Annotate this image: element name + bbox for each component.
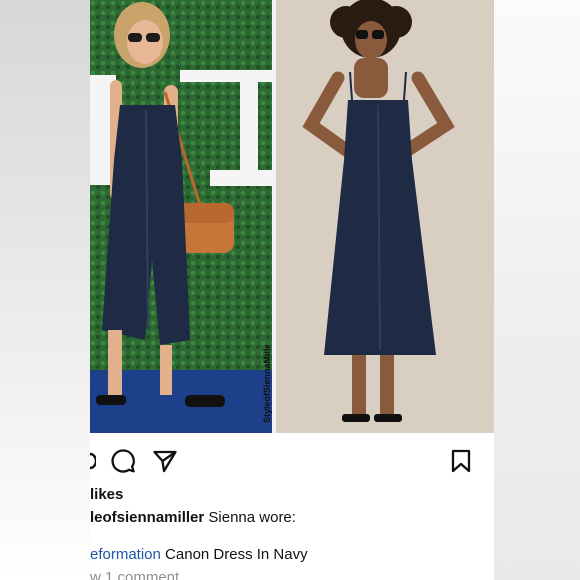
like-icon-partial[interactable] <box>90 448 96 474</box>
instagram-post: StyleofSiennaMiller likes leofsiennamill… <box>90 0 494 580</box>
watermark-area: StyleofSiennaMiller <box>260 339 274 423</box>
bookmark-icon[interactable] <box>450 448 472 474</box>
brand-tag-link[interactable]: eformation <box>90 546 161 563</box>
photo-celebrity-wearing-dress <box>90 0 272 433</box>
blurred-right-border <box>494 0 580 580</box>
post-caption: leofsiennamiller Sienna wore: <box>90 509 296 526</box>
comment-icon[interactable] <box>110 448 136 474</box>
share-icon[interactable] <box>152 448 178 474</box>
model-photo-illustration <box>276 0 494 433</box>
blurred-left-border <box>0 0 90 580</box>
watermark-text: StyleofSiennaMiller <box>262 339 272 423</box>
celebrity-photo-illustration <box>90 0 272 433</box>
caption-tag-line: eformation Canon Dress In Navy <box>90 546 308 563</box>
post-image[interactable]: StyleofSiennaMiller <box>90 0 494 433</box>
likes-count[interactable]: likes <box>90 486 123 503</box>
product-text: Canon Dress In Navy <box>165 546 308 563</box>
watermark-label: StyleofSiennaMiller <box>262 345 272 423</box>
post-action-bar <box>90 440 494 480</box>
caption-username[interactable]: leofsiennamiller <box>90 509 204 526</box>
photo-model-wearing-dress <box>276 0 494 433</box>
view-comments-link[interactable]: w 1 comment <box>90 569 179 580</box>
caption-text: Sienna wore: <box>208 509 296 526</box>
